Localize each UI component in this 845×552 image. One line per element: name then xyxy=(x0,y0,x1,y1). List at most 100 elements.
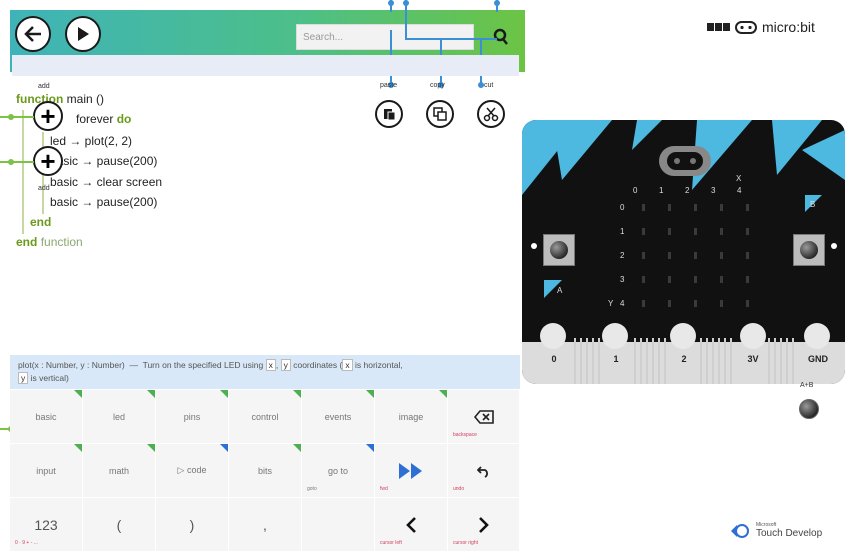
code-line[interactable]: forever do xyxy=(76,112,131,126)
led-cell xyxy=(668,300,671,307)
connector-stripe xyxy=(586,338,588,384)
connector-stripe xyxy=(664,338,666,384)
corner-marker xyxy=(439,390,447,398)
connector-stripe xyxy=(658,338,660,384)
search-icon[interactable] xyxy=(493,28,509,46)
key-right-paren[interactable]: ) xyxy=(156,498,229,552)
connector-stripe xyxy=(640,338,642,384)
help-text: , xyxy=(275,360,279,370)
key-label: control xyxy=(251,411,279,422)
key-backspace[interactable]: backspace xyxy=(448,390,520,444)
help-text: is vertical) xyxy=(30,373,69,383)
key-goto[interactable]: go to goto xyxy=(302,444,375,498)
led-cell xyxy=(746,276,749,283)
pin-0-hole[interactable] xyxy=(540,323,566,349)
key-label: math xyxy=(108,465,129,476)
code-line[interactable]: function main () xyxy=(16,92,104,106)
key-cursor-left[interactable]: cursor left xyxy=(375,498,448,552)
code-line[interactable]: end xyxy=(30,215,51,229)
button-b[interactable] xyxy=(793,234,825,266)
add-caption: add xyxy=(38,83,50,90)
key-comma[interactable]: , xyxy=(229,498,302,552)
connector-stripe xyxy=(706,338,708,384)
x-axis-label: X xyxy=(736,174,742,183)
help-tag: x xyxy=(265,359,276,371)
add-statement-button[interactable]: + xyxy=(33,146,63,176)
pin-label: GND xyxy=(808,354,828,364)
button-a[interactable] xyxy=(543,234,575,266)
connector-stripe xyxy=(574,338,576,384)
key-events[interactable]: events xyxy=(302,390,375,444)
key-input[interactable]: input xyxy=(10,444,83,498)
key-blank[interactable] xyxy=(302,498,375,552)
chevron-right-icon xyxy=(478,516,489,533)
corner-marker xyxy=(293,444,301,452)
paste-caption: paste xyxy=(380,82,398,89)
key-bits[interactable]: bits xyxy=(229,444,302,498)
arrow-left-icon xyxy=(24,26,41,42)
code-line[interactable]: end function xyxy=(16,235,83,249)
microbit-wordmark: micro:bit xyxy=(762,19,815,35)
microbit-simulator[interactable]: X 0 1 2 3 4 0 1 2 3 4 Y B A 0 1 2 3V GND xyxy=(522,120,845,384)
current-line-highlight xyxy=(12,55,519,76)
col-number: 4 xyxy=(737,186,742,195)
key-math[interactable]: math xyxy=(83,444,156,498)
led-cell xyxy=(746,300,749,307)
pin-1-hole[interactable] xyxy=(602,323,628,349)
run-button[interactable] xyxy=(65,16,101,52)
microbit-face-icon xyxy=(735,20,757,34)
corner-marker xyxy=(147,444,155,452)
copy-caption: copy xyxy=(430,82,445,89)
key-image[interactable]: image xyxy=(375,390,448,444)
key-undo[interactable]: undo xyxy=(448,444,520,498)
key-label: events xyxy=(324,411,352,422)
key-control[interactable]: control xyxy=(229,390,302,444)
copy-button[interactable] xyxy=(426,100,454,128)
button-b-label: B xyxy=(810,200,816,209)
button-a-cap xyxy=(550,241,568,259)
key-code[interactable]: ▷ code xyxy=(156,444,229,498)
led-cell xyxy=(720,228,723,235)
back-button[interactable] xyxy=(15,16,51,52)
button-ab[interactable] xyxy=(799,399,819,419)
key-pins[interactable]: pins xyxy=(156,390,229,444)
code-line[interactable]: basic → pause(200) xyxy=(50,154,157,168)
cut-button[interactable] xyxy=(477,100,505,128)
key-label: ) xyxy=(189,516,195,533)
bbc-logo xyxy=(707,23,730,31)
add-statement-button[interactable]: + xyxy=(33,101,63,131)
key-cursor-right[interactable]: cursor right xyxy=(448,498,520,552)
connector-stripe xyxy=(598,338,600,384)
keyboard: basic led pins control events image back… xyxy=(10,390,520,552)
code-line[interactable]: basic → pause(200) xyxy=(50,195,157,209)
code-line[interactable]: basic → clear screen xyxy=(50,175,162,189)
key-numbers[interactable]: 123 0 · 9 + - ... xyxy=(10,498,83,552)
led-cell xyxy=(694,276,697,283)
pin-3v-hole[interactable] xyxy=(740,323,766,349)
code-line[interactable]: led → plot(2, 2) xyxy=(50,134,132,148)
led-cell xyxy=(668,204,671,211)
pin-2-hole[interactable] xyxy=(670,323,696,349)
key-left-paren[interactable]: ( xyxy=(83,498,156,552)
connector-stripe xyxy=(652,338,654,384)
callout-line xyxy=(0,116,34,118)
connector-stripe xyxy=(580,338,582,384)
key-led[interactable]: led xyxy=(83,390,156,444)
help-tag: x xyxy=(342,359,353,371)
connector-stripe xyxy=(718,338,720,384)
ab-button-label: A+B xyxy=(800,382,814,389)
col-number: 3 xyxy=(711,186,716,195)
help-description: Turn on the specified LED using xyxy=(142,360,264,370)
key-basic[interactable]: basic xyxy=(10,390,83,444)
search-input[interactable]: Search... xyxy=(296,24,474,50)
key-fast-forward[interactable]: fwd xyxy=(375,444,448,498)
paste-button[interactable] xyxy=(375,100,403,128)
chevron-left-icon xyxy=(406,516,416,533)
led-cell xyxy=(694,300,697,307)
pin-label: 3V xyxy=(747,354,759,364)
paste-icon xyxy=(384,109,396,121)
key-sublabel: cursor left xyxy=(380,540,402,546)
pin-gnd-hole[interactable] xyxy=(804,323,830,349)
cut-caption: cut xyxy=(484,82,494,89)
connector-stripe xyxy=(780,338,782,384)
